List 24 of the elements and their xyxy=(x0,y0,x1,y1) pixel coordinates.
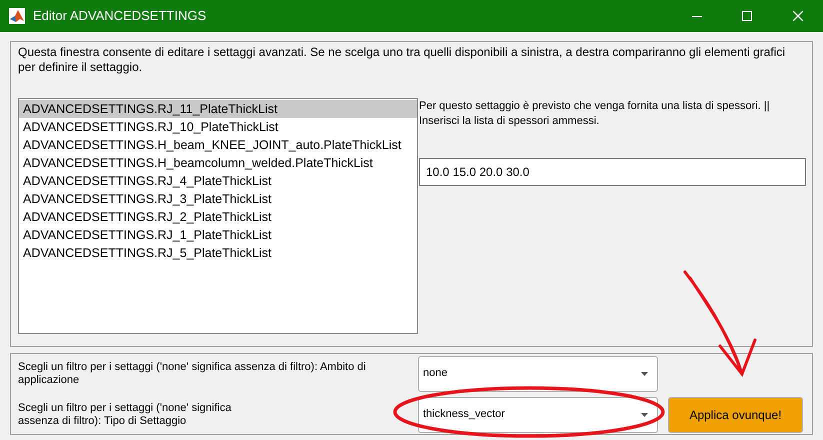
filter-label: Scegli un filtro per i settaggi ('none' significa assenza di filtro): Tipo di Settaggio xyxy=(18,402,232,428)
filter-label: Scegli un filtro per i settaggi ('none' significa assenza di filtro): Ambito di applicazione xyxy=(18,360,367,386)
filter-dropdown[interactable]: none xyxy=(418,356,658,392)
dropdown-caret-icon xyxy=(641,372,648,376)
apply-button[interactable]: Applica ovunque! xyxy=(668,396,803,432)
list-item[interactable]: ADVANCEDSETTINGS.RJ_1_PlateThickList xyxy=(19,226,417,244)
filter-dropdown[interactable]: thickness_vector xyxy=(418,396,658,432)
list-item[interactable]: ADVANCEDSETTINGS.RJ_2_PlateThickList xyxy=(19,208,417,226)
description-text: Questa finestra consente di editare i settaggi avanzati. Se ne scelga uno tra quelli disponibili a sinistra, a destra compariranno gli elementi grafici per definire il settaggio. xyxy=(18,45,786,75)
setting-info-text: Per questo settaggio è previsto che venga fornita una lista di spessori. || Inserisci la lista di spessori ammessi. xyxy=(419,99,771,129)
list-item[interactable]: ADVANCEDSETTINGS.RJ_11_PlateThickList xyxy=(19,100,417,118)
value-field[interactable]: 10.0 15.0 20.0 30.0 xyxy=(419,158,806,186)
value-input: 10.0 15.0 20.0 30.0 xyxy=(426,163,799,181)
app-logo-icon xyxy=(9,8,25,24)
dropdown-caret-icon xyxy=(641,412,648,416)
list-item[interactable]: ADVANCEDSETTINGS.RJ_4_PlateThickList xyxy=(19,172,417,190)
window-title: Editor ADVANCEDSETTINGS xyxy=(33,7,206,26)
list-item[interactable]: ADVANCEDSETTINGS.RJ_3_PlateThickList xyxy=(19,190,417,208)
list-item[interactable]: ADVANCEDSETTINGS.RJ_5_PlateThickList xyxy=(19,244,417,262)
list-item[interactable]: ADVANCEDSETTINGS.H_beam_KNEE_JOINT_auto.PlateThickList xyxy=(19,136,417,154)
list-item[interactable]: ADVANCEDSETTINGS.RJ_10_PlateThickList xyxy=(19,118,417,136)
list-item[interactable]: ADVANCEDSETTINGS.H_beamcolumn_welded.PlateThickList xyxy=(19,154,417,172)
maximize-icon xyxy=(742,11,752,21)
close-icon xyxy=(793,11,803,21)
